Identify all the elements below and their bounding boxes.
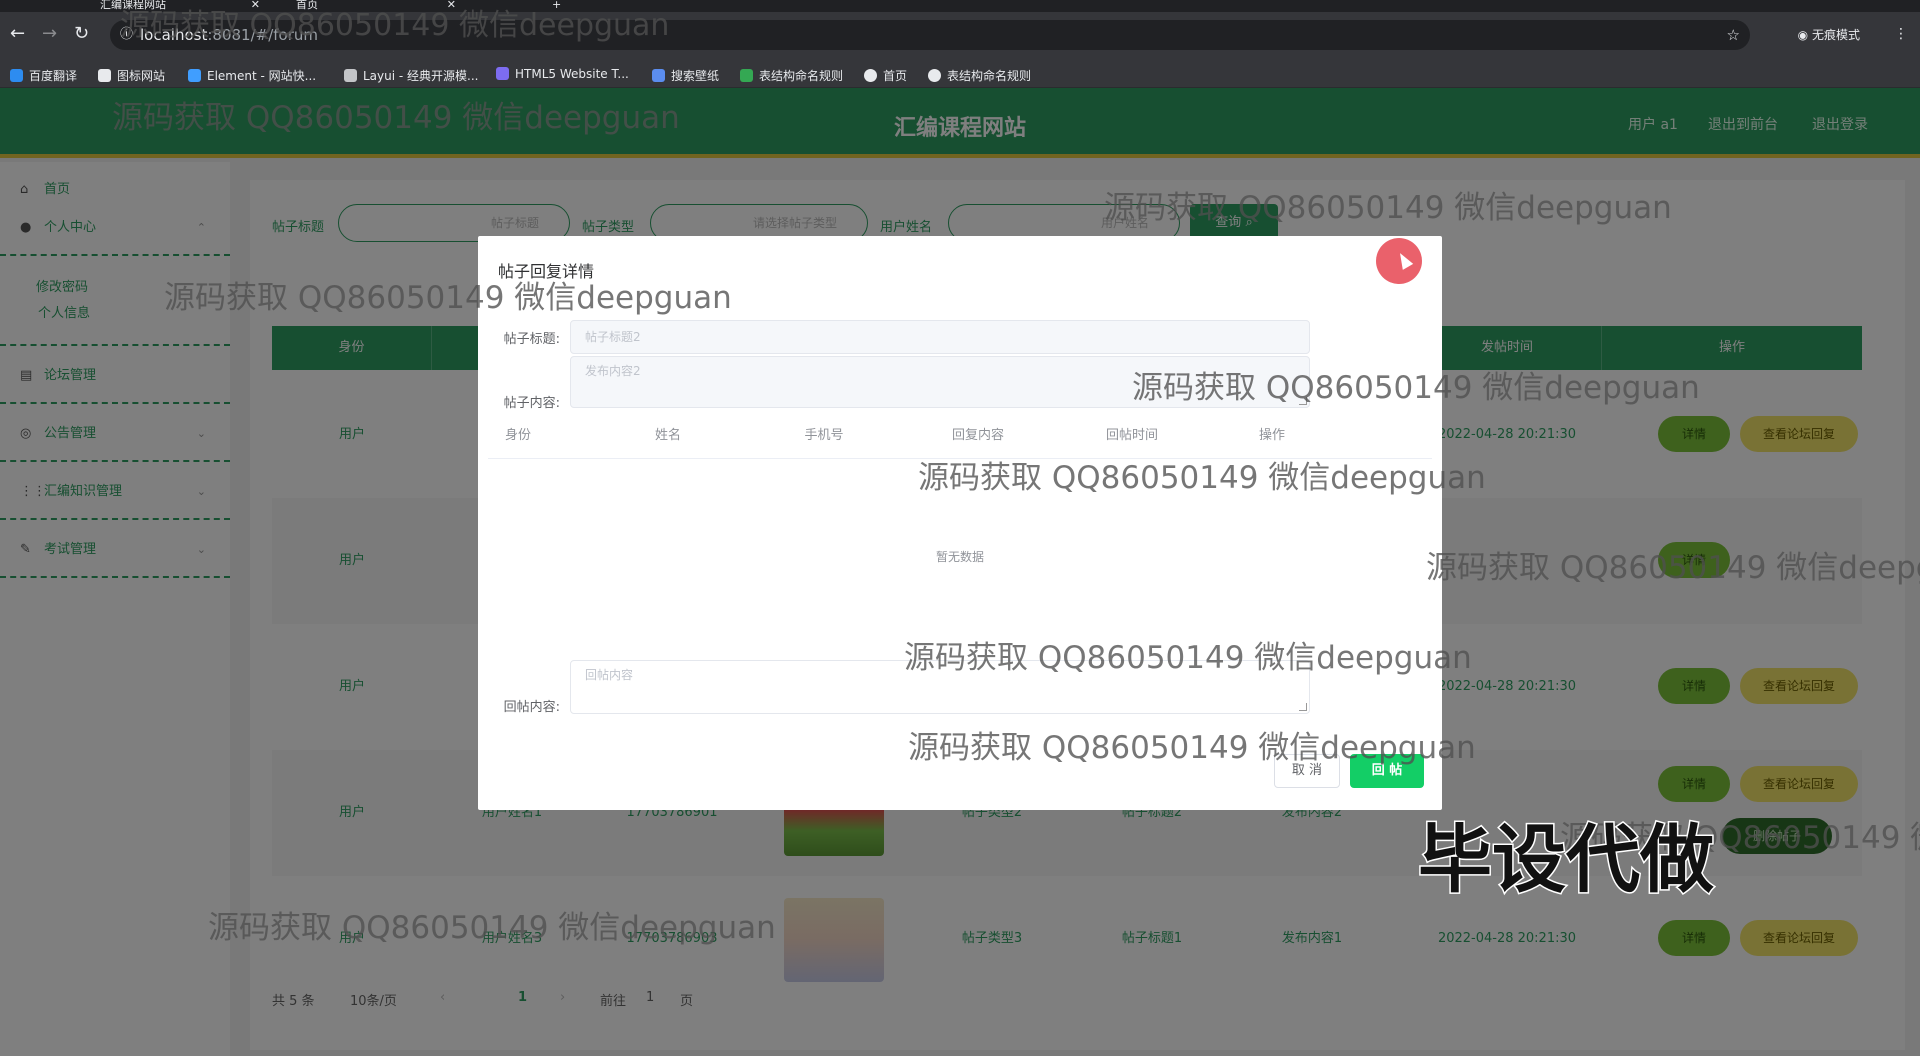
- incognito-icon: ◉: [1797, 28, 1809, 42]
- bookmark-item[interactable]: Element - 网站快...: [188, 67, 316, 84]
- back-icon[interactable]: ←: [10, 24, 25, 44]
- bookmark-item[interactable]: 首页: [864, 67, 907, 84]
- post-title-label: 帖子标题:: [503, 332, 560, 347]
- globe-icon: [928, 69, 941, 82]
- bookmark-label: 首页: [883, 69, 908, 83]
- watermark: 源码获取 QQ86050149 微信deepguan: [208, 910, 776, 946]
- bookmark-item[interactable]: 表结构命名规则: [928, 67, 1031, 84]
- watermark: 源码获取 QQ86050149 微信deepguan: [1132, 370, 1700, 406]
- browser-menu-icon[interactable]: ⋮: [1894, 24, 1908, 44]
- bookmark-label: Element - 网站快...: [207, 69, 317, 83]
- bookmark-label: 表结构命名规则: [947, 69, 1032, 83]
- watermark: 源码获取 QQ86050149 微信deepguan: [1104, 190, 1672, 226]
- reply-column-name: 姓名: [654, 428, 681, 443]
- reply-column-content: 回复内容: [951, 428, 1004, 443]
- reply-placeholder: 回帖内容: [585, 668, 634, 682]
- reply-column-time: 回帖时间: [1105, 428, 1158, 443]
- reply-content-label: 回帖内容:: [503, 700, 560, 715]
- empty-state-text: 暂无数据: [935, 550, 984, 564]
- post-content-label: 帖子内容:: [503, 396, 560, 411]
- bookmark-label: 图标网站: [117, 69, 166, 83]
- incognito-indicator[interactable]: ◉ 无痕模式: [1798, 26, 1860, 43]
- incognito-label: 无痕模式: [1811, 28, 1860, 42]
- bookmark-item[interactable]: 图标网站: [98, 67, 165, 84]
- watermark: 源码获取 QQ86050149 微信deepguan: [164, 280, 732, 316]
- bookmark-label: 搜索壁纸: [671, 69, 720, 83]
- html5-icon: [496, 67, 509, 80]
- bookmark-star-icon[interactable]: ☆: [1727, 20, 1740, 50]
- forward-icon[interactable]: →: [42, 24, 57, 44]
- watermark: 源码获取 QQ86050149 微信deepguan: [908, 730, 1476, 766]
- screen: 汇编课程网站 ✕ 首页 ✕ + ← → ↻ ⓘ localhost:8081/#…: [0, 0, 1920, 1056]
- sheet-icon: [740, 69, 753, 82]
- watermark: 源码获取 QQ86050149 微信deepguan: [112, 100, 680, 136]
- bookmark-item[interactable]: HTML5 Website T...: [496, 67, 629, 81]
- watermark: 源码获取 QQ86050149 微信deepguan: [904, 640, 1472, 676]
- reload-icon[interactable]: ↻: [74, 24, 89, 44]
- bookmark-label: 百度翻译: [29, 69, 78, 83]
- promo-stamp: 毕设代做: [1417, 816, 1716, 905]
- globe-icon: [864, 69, 877, 82]
- bookmark-item[interactable]: 表结构命名规则: [740, 67, 843, 84]
- bookmark-label: 表结构命名规则: [759, 69, 844, 83]
- bookmark-item[interactable]: 百度翻译: [10, 67, 77, 84]
- layui-icon: [344, 69, 357, 82]
- element-icon: [188, 69, 201, 82]
- resize-handle-icon[interactable]: [1299, 703, 1307, 711]
- flag-icon: [98, 69, 111, 82]
- watermark: 源码获取 QQ86050149 微信deepguan: [918, 460, 1486, 496]
- watermark: 源码获取 QQ86050149 微信deepguan: [1426, 550, 1920, 586]
- post-title-field[interactable]: 帖子标题2: [570, 320, 1310, 354]
- reply-column-actions: 操作: [1258, 428, 1285, 443]
- bookmark-item[interactable]: Layui - 经典开源模...: [344, 67, 478, 84]
- watermark: 源码获取 QQ86050149 微信deepguan: [120, 8, 670, 43]
- bookmark-label: Layui - 经典开源模...: [363, 69, 479, 83]
- post-content-value: 发布内容2: [585, 364, 641, 378]
- bookmark-item[interactable]: 搜索壁纸: [652, 67, 719, 84]
- translate-icon: [10, 69, 23, 82]
- bookmarks-bar: 百度翻译 图标网站 Element - 网站快... Layui - 经典开源模…: [0, 62, 1920, 88]
- reply-column-identity: 身份: [504, 428, 531, 443]
- bookmark-label: HTML5 Website T...: [515, 67, 629, 81]
- reply-column-phone: 手机号: [804, 428, 844, 443]
- wallpaper-icon: [652, 69, 665, 82]
